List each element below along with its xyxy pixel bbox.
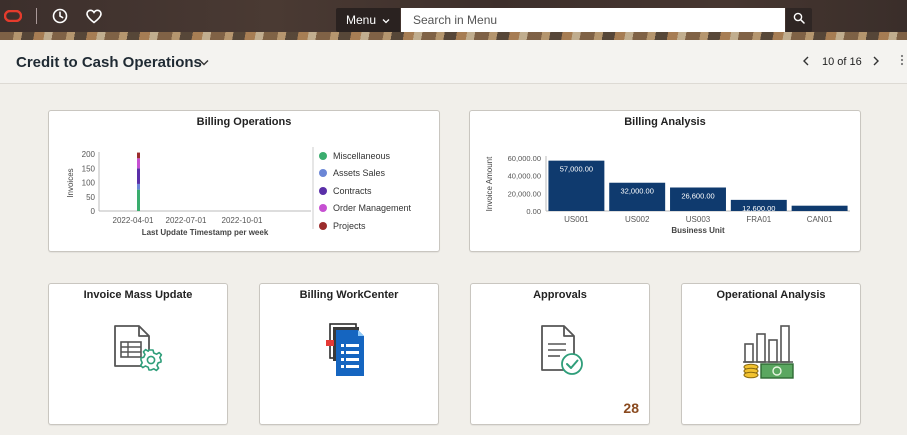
operational-analysis-tile[interactable]: Operational Analysis	[681, 283, 861, 425]
y-axis-title: Invoice Amount	[485, 156, 494, 211]
stacked-bar-segment	[137, 183, 140, 190]
billing-workcenter-tile[interactable]: Billing WorkCenter	[259, 283, 439, 425]
page-header: Credit to Cash Operations 10 of 16	[0, 40, 907, 84]
billing-analysis-tile[interactable]: Billing Analysis 60,000.00 40,000.00 20,00…	[469, 110, 861, 252]
x-tick-label: US002	[625, 215, 650, 224]
legend-swatch	[319, 221, 327, 230]
x-tick-label: CAN01	[807, 215, 833, 224]
legend-swatch	[319, 151, 327, 160]
favorites-heart-icon[interactable]	[84, 6, 104, 26]
menu-label: Menu	[345, 13, 377, 27]
y-tick-label: 40,000.00	[508, 172, 541, 181]
tile-title: Operational Analysis	[716, 289, 826, 301]
legend-label: Projects	[333, 220, 366, 231]
bar-value-label: 32,000.00	[621, 187, 654, 196]
page-title[interactable]: Credit to Cash Operations	[16, 54, 202, 71]
approvals-count-badge: 28	[623, 400, 639, 416]
legend-item: Projects	[319, 217, 411, 235]
x-axis-title: Last Update Timestamp per week	[142, 228, 269, 237]
y-tick-label: 0	[91, 207, 96, 216]
legend-swatch	[319, 186, 327, 195]
bar-value-label: 57,000.00	[560, 165, 593, 174]
x-tick-label: 2022-10-01	[222, 216, 263, 225]
document-approved-icon	[532, 322, 588, 383]
banner-decoration	[0, 32, 907, 40]
bar-value-label: 12,600.00	[742, 204, 775, 213]
y-tick-label: 150	[82, 164, 96, 173]
legend-label: Contracts	[333, 185, 372, 196]
legend-item: Assets Sales	[319, 165, 411, 183]
y-tick-label: 100	[82, 179, 96, 188]
x-tick-label: US003	[686, 215, 711, 224]
tile-title: Approvals	[533, 289, 587, 301]
billing-operations-tile[interactable]: Billing Operations 200 150 100 50 0 2022-04-0…	[48, 110, 440, 252]
y-tick-label: 0.00	[526, 207, 541, 216]
x-tick-label: FRA01	[746, 215, 771, 224]
previous-page-icon[interactable]	[802, 54, 810, 69]
legend-label: Order Management	[333, 203, 412, 214]
y-tick-label: 200	[82, 150, 96, 159]
stacked-bar-segment	[137, 158, 140, 169]
legend-label: Assets Sales	[333, 168, 386, 179]
document-stack-icon	[324, 322, 374, 385]
legend-swatch	[319, 169, 327, 178]
x-axis-title: Business Unit	[671, 226, 725, 235]
x-tick-label: 2022-04-01	[113, 216, 154, 225]
bar-chart-money-icon	[741, 322, 801, 385]
y-tick-label: 60,000.00	[508, 154, 541, 163]
header-divider	[36, 8, 37, 24]
history-clock-icon[interactable]	[50, 6, 70, 26]
stacked-bar-segment	[137, 168, 140, 184]
navigator-menu-button[interactable]: Menu	[336, 8, 400, 32]
x-tick-label: US001	[564, 215, 589, 224]
global-header: Menu	[0, 0, 907, 40]
chart-legend: Miscellaneous Assets Sales Contracts Order …	[319, 147, 411, 235]
bar	[791, 205, 848, 211]
invoice-mass-update-tile[interactable]: Invoice Mass Update	[48, 283, 228, 425]
search-button[interactable]	[786, 8, 812, 32]
tile-title: Billing WorkCenter	[299, 289, 399, 301]
legend-swatch	[319, 204, 327, 213]
next-page-icon[interactable]	[872, 54, 880, 69]
oracle-logo-icon[interactable]	[4, 6, 22, 26]
stacked-bar-segment	[137, 152, 140, 159]
tile-title: Invoice Mass Update	[83, 289, 193, 301]
x-tick-label: 2022-07-01	[166, 216, 207, 225]
legend-item: Miscellaneous	[319, 147, 411, 165]
y-axis-title: Invoices	[66, 168, 75, 197]
search-icon	[793, 11, 805, 29]
approvals-tile[interactable]: Approvals 28	[470, 283, 650, 425]
y-tick-label: 20,000.00	[508, 189, 541, 198]
y-tick-label: 50	[86, 193, 95, 202]
legend-item: Contracts	[319, 182, 411, 200]
legend-label: Miscellaneous	[333, 150, 391, 161]
document-settings-icon	[107, 322, 169, 381]
bar-value-label: 26,600.00	[681, 192, 714, 201]
legend-item: Order Management	[319, 200, 411, 218]
billing-analysis-chart: 60,000.00 40,000.00 20,000.00 0.00 Invoice A…	[485, 154, 850, 235]
chevron-down-icon	[382, 13, 390, 27]
search-input[interactable]	[401, 8, 785, 32]
more-options-icon[interactable]	[900, 54, 904, 69]
page-position: 10 of 16	[822, 56, 862, 68]
stacked-bar-segment	[137, 189, 140, 211]
chevron-down-icon[interactable]	[199, 55, 209, 69]
